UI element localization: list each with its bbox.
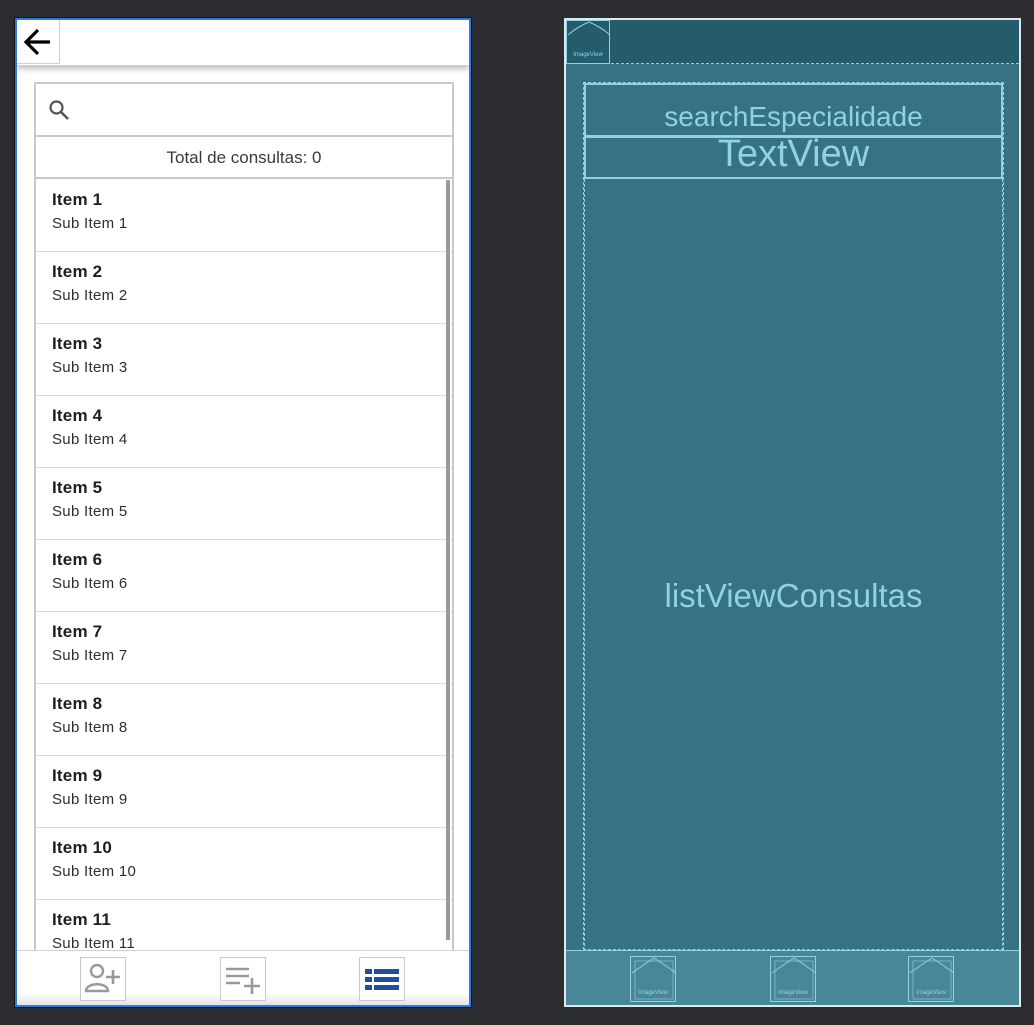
content-frame: Total de consultas: 0 Item 1 Sub Item 1 It… bbox=[34, 82, 454, 970]
blueprint-textview: TextView bbox=[584, 136, 1003, 179]
list-item-title: Item 1 bbox=[52, 190, 103, 209]
blueprint-preview: ImageView searchEspecialidade TextView l… bbox=[564, 18, 1021, 1007]
list-item[interactable]: Item 5 Sub Item 5 bbox=[36, 468, 452, 540]
arrow-left-icon bbox=[23, 28, 50, 55]
toolbar bbox=[17, 20, 469, 66]
list-item-title: Item 9 bbox=[52, 766, 103, 785]
image-placeholder-icon bbox=[567, 21, 611, 36]
blueprint-listview-consultas[interactable]: listViewConsultas bbox=[584, 179, 1003, 951]
total-consultas-label: Total de consultas: 0 bbox=[36, 138, 452, 179]
list-item-title: Item 10 bbox=[52, 838, 112, 857]
image-placeholder-icon bbox=[631, 957, 677, 1000]
image-placeholder-icon bbox=[771, 957, 817, 1000]
list-item-subtitle: Sub Item 3 bbox=[52, 359, 128, 376]
list-item-subtitle: Sub Item 8 bbox=[52, 719, 128, 736]
list-item-subtitle: Sub Item 5 bbox=[52, 503, 128, 520]
blueprint-imageview-label: ImageView bbox=[573, 52, 603, 58]
list-item-subtitle: Sub Item 4 bbox=[52, 431, 128, 448]
blueprint-content-frame: searchEspecialidade TextView listViewCon… bbox=[583, 82, 1004, 951]
blueprint-back-imageview[interactable]: ImageView bbox=[566, 20, 611, 64]
list-item[interactable]: Item 10 Sub Item 10 bbox=[36, 828, 452, 900]
list-item-subtitle: Sub Item 10 bbox=[52, 863, 137, 880]
list-item[interactable]: Item 2 Sub Item 2 bbox=[36, 252, 452, 324]
design-preview: Total de consultas: 0 Item 1 Sub Item 1 It… bbox=[15, 18, 471, 1007]
magnifier-icon bbox=[49, 99, 69, 120]
back-button[interactable] bbox=[17, 20, 60, 64]
list-item-subtitle: Sub Item 7 bbox=[52, 647, 128, 664]
add-list-icon bbox=[226, 967, 260, 994]
list-item-title: Item 4 bbox=[52, 406, 103, 425]
image-placeholder-icon bbox=[909, 957, 955, 1000]
list-scrollbar[interactable] bbox=[446, 180, 450, 940]
list-item-title: Item 8 bbox=[52, 694, 103, 713]
list-item-title: Item 6 bbox=[52, 550, 103, 569]
list-item[interactable]: Item 7 Sub Item 7 bbox=[36, 612, 452, 684]
list-item-title: Item 11 bbox=[52, 910, 112, 929]
blueprint-imageview-label: ImageView bbox=[778, 990, 808, 996]
list-item[interactable]: Item 1 Sub Item 1 bbox=[36, 180, 452, 252]
list-button[interactable] bbox=[359, 957, 405, 1001]
list-item-subtitle: Sub Item 9 bbox=[52, 791, 128, 808]
blueprint-toolbar bbox=[566, 20, 1019, 64]
list-item-title: Item 3 bbox=[52, 334, 103, 353]
blueprint-nav-imageview-1[interactable]: ImageView bbox=[630, 956, 677, 1002]
list-item[interactable]: Item 3 Sub Item 3 bbox=[36, 324, 452, 396]
blueprint-search-especialidade[interactable]: searchEspecialidade bbox=[584, 83, 1003, 136]
search-input[interactable] bbox=[36, 84, 452, 137]
list-item-subtitle: Sub Item 1 bbox=[52, 215, 128, 232]
list-item[interactable]: Item 4 Sub Item 4 bbox=[36, 396, 452, 468]
blueprint-bottom-navigation: ImageView ImageView ImageView bbox=[566, 950, 1019, 1005]
list-item-title: Item 2 bbox=[52, 262, 103, 281]
add-list-button[interactable] bbox=[220, 957, 266, 1001]
list-item-title: Item 7 bbox=[52, 622, 103, 641]
bottom-navigation bbox=[17, 950, 469, 1005]
blueprint-imageview-label: ImageView bbox=[638, 990, 668, 996]
list-item-subtitle: Sub Item 6 bbox=[52, 575, 128, 592]
blueprint-imageview-label: ImageView bbox=[916, 990, 946, 996]
add-person-button[interactable] bbox=[80, 957, 126, 1001]
list-item-subtitle: Sub Item 2 bbox=[52, 287, 128, 304]
list-item[interactable]: Item 6 Sub Item 6 bbox=[36, 540, 452, 612]
blueprint-nav-imageview-2[interactable]: ImageView bbox=[770, 956, 817, 1002]
list-item-title: Item 5 bbox=[52, 478, 103, 497]
add-person-icon bbox=[84, 963, 120, 993]
list-item[interactable]: Item 8 Sub Item 8 bbox=[36, 684, 452, 756]
blueprint-nav-imageview-3[interactable]: ImageView bbox=[908, 956, 955, 1002]
consultas-list[interactable]: Item 1 Sub Item 1 Item 2 Sub Item 2 Item 3 Su… bbox=[36, 180, 452, 968]
list-icon bbox=[365, 969, 399, 990]
list-item[interactable]: Item 9 Sub Item 9 bbox=[36, 756, 452, 828]
